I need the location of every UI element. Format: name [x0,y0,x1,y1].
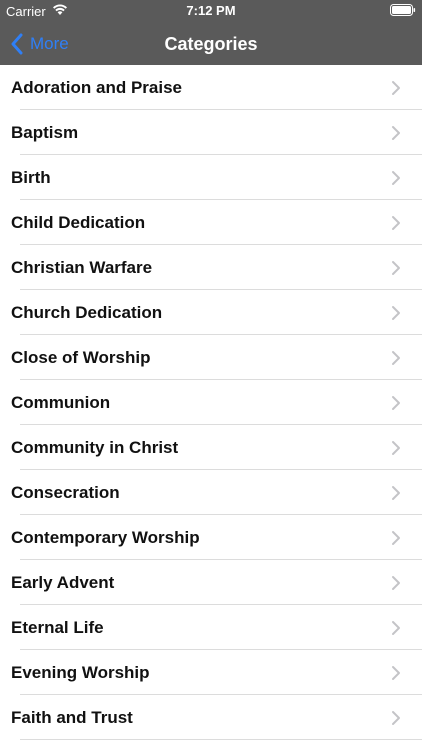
category-row[interactable]: Birth [0,155,422,200]
category-row[interactable]: Contemporary Worship [0,515,422,560]
status-time: 7:12 PM [186,3,236,18]
chevron-right-icon [392,306,400,320]
chevron-right-icon [392,171,400,185]
category-row[interactable]: Christian Warfare [0,245,422,290]
category-row[interactable]: Baptism [0,110,422,155]
category-label: Christian Warfare [11,258,153,277]
category-row[interactable]: Early Advent [0,560,422,605]
chevron-right-icon [392,576,400,590]
category-row[interactable]: Eternal Life [0,605,422,650]
category-row[interactable]: Communion [0,380,422,425]
chevron-right-icon [392,486,400,500]
category-label: Consecration [11,483,120,502]
page-title: Categories [164,34,258,54]
category-label: Faith and Trust [11,708,133,727]
category-label: Eternal Life [11,618,104,637]
chevron-right-icon [392,126,400,140]
category-label: Child Dedication [11,213,146,232]
row-separator [20,739,422,740]
chevron-right-icon [392,81,400,95]
chevron-right-icon [392,216,400,230]
category-label: Early Advent [11,573,115,592]
category-label: Baptism [11,123,79,142]
chevron-right-icon [392,531,400,545]
status-bar: Carrier 7:12 PM [0,0,422,22]
category-label: Community in Christ [11,438,179,457]
navigation-bar: More Categories [0,22,422,65]
category-label: Contemporary Worship [11,528,200,547]
category-list: Adoration and Praise Baptism Birth Child De… [0,65,422,740]
category-label: Communion [11,393,111,412]
battery-icon [390,4,416,16]
category-label: Church Dedication [11,303,163,322]
category-label: Evening Worship [11,663,150,682]
category-row[interactable]: Faith and Trust [0,695,422,740]
category-row[interactable]: Close of Worship [0,335,422,380]
category-row[interactable]: Church Dedication [0,290,422,335]
top-bar: Carrier 7:12 PM More Categories [0,0,422,65]
category-label: Adoration and Praise [11,78,182,97]
category-label: Close of Worship [11,348,151,367]
category-row[interactable]: Evening Worship [0,650,422,695]
chevron-right-icon [392,711,400,725]
chevron-right-icon [392,621,400,635]
chevron-right-icon [392,351,400,365]
category-row[interactable]: Consecration [0,470,422,515]
category-label: Birth [11,168,51,187]
chevron-right-icon [392,441,400,455]
category-row[interactable]: Adoration and Praise [0,65,422,110]
category-row[interactable]: Community in Christ [0,425,422,470]
chevron-right-icon [392,261,400,275]
category-row[interactable]: Child Dedication [0,200,422,245]
chevron-right-icon [392,666,400,680]
chevron-right-icon [392,396,400,410]
